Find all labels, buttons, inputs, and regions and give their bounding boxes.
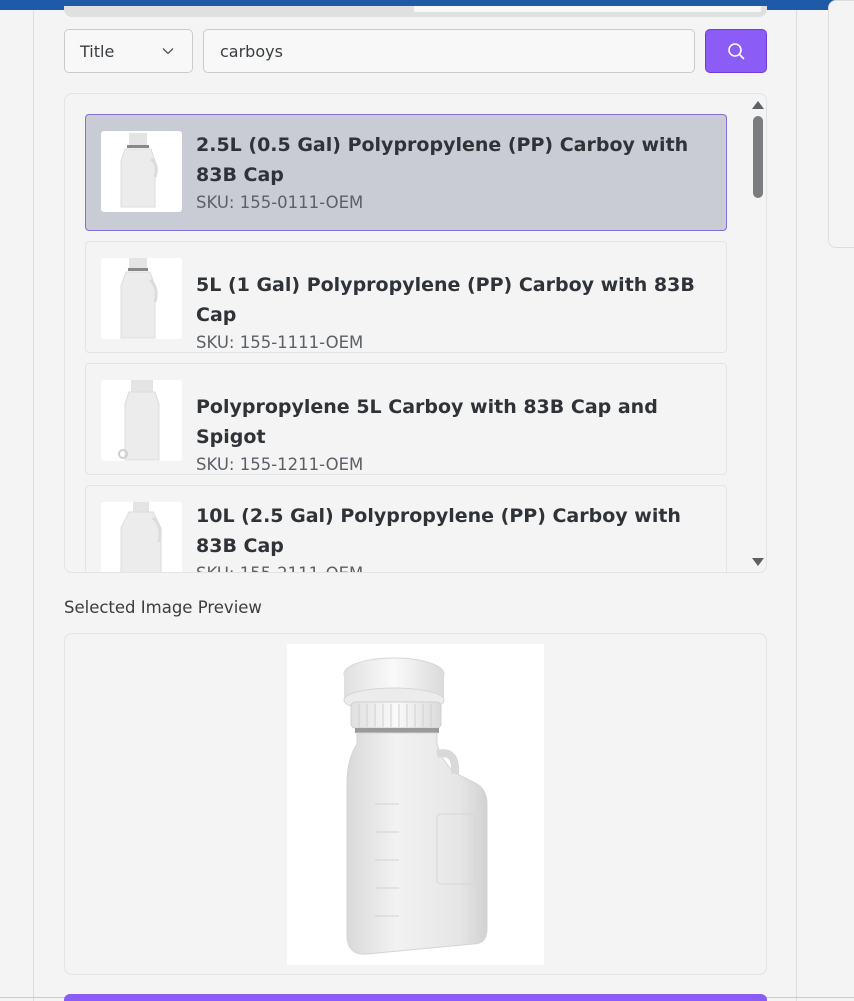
carboy-image bbox=[120, 133, 158, 208]
results-panel: 2.5L (0.5 Gal) Polypropylene (PP) Carboy… bbox=[64, 93, 767, 573]
result-sku: SKU: 155-1211-OEM bbox=[196, 455, 364, 474]
product-thumbnail bbox=[101, 380, 182, 461]
result-item[interactable]: 10L (2.5 Gal) Polypropylene (PP) Carboy … bbox=[85, 485, 727, 572]
tab-active-indicator[interactable] bbox=[414, 6, 761, 12]
carboy-preview-image bbox=[343, 657, 488, 955]
result-item[interactable]: Polypropylene 5L Carboy with 83B Cap and… bbox=[85, 363, 727, 475]
result-title: 2.5L (0.5 Gal) Polypropylene (PP) Carboy… bbox=[196, 134, 689, 186]
search-button[interactable] bbox=[705, 29, 767, 73]
result-title: 10L (2.5 Gal) Polypropylene (PP) Carboy … bbox=[196, 505, 681, 557]
scroll-down-arrow-icon[interactable] bbox=[752, 558, 764, 566]
carboy-image bbox=[120, 502, 162, 572]
result-title: Polypropylene 5L Carboy with 83B Cap and… bbox=[196, 396, 658, 448]
right-divider bbox=[796, 10, 797, 1001]
result-sku: SKU: 155-0111-OEM bbox=[196, 193, 364, 212]
preview-panel bbox=[64, 633, 767, 975]
left-divider bbox=[33, 10, 34, 1001]
search-field-select[interactable]: Title bbox=[64, 29, 193, 73]
tab-strip bbox=[64, 6, 767, 17]
product-thumbnail bbox=[101, 258, 182, 339]
chevron-down-icon bbox=[162, 48, 174, 55]
search-input[interactable] bbox=[203, 29, 695, 73]
carboy-image bbox=[120, 258, 158, 339]
result-item[interactable]: 2.5L (0.5 Gal) Polypropylene (PP) Carboy… bbox=[85, 114, 727, 231]
result-title: 5L (1 Gal) Polypropylene (PP) Carboy wit… bbox=[196, 274, 695, 326]
result-sku: SKU: 155-1111-OEM bbox=[196, 333, 364, 352]
results-list: 2.5L (0.5 Gal) Polypropylene (PP) Carboy… bbox=[85, 114, 728, 572]
results-scrollbar[interactable] bbox=[748, 94, 766, 572]
search-field-select-value: Title bbox=[80, 41, 115, 61]
preview-label: Selected Image Preview bbox=[64, 598, 262, 617]
primary-action-button[interactable] bbox=[64, 994, 767, 1001]
product-thumbnail bbox=[101, 131, 182, 212]
scrollbar-thumb[interactable] bbox=[753, 116, 763, 198]
result-sku: SKU: 155-2111-OEM bbox=[196, 561, 716, 572]
preview-image bbox=[287, 644, 544, 965]
side-card bbox=[828, 0, 854, 248]
carboy-image bbox=[118, 380, 160, 461]
product-thumbnail bbox=[101, 502, 182, 572]
search-icon bbox=[728, 43, 745, 60]
scroll-up-arrow-icon[interactable] bbox=[752, 101, 764, 109]
result-item[interactable]: 5L (1 Gal) Polypropylene (PP) Carboy wit… bbox=[85, 241, 727, 353]
